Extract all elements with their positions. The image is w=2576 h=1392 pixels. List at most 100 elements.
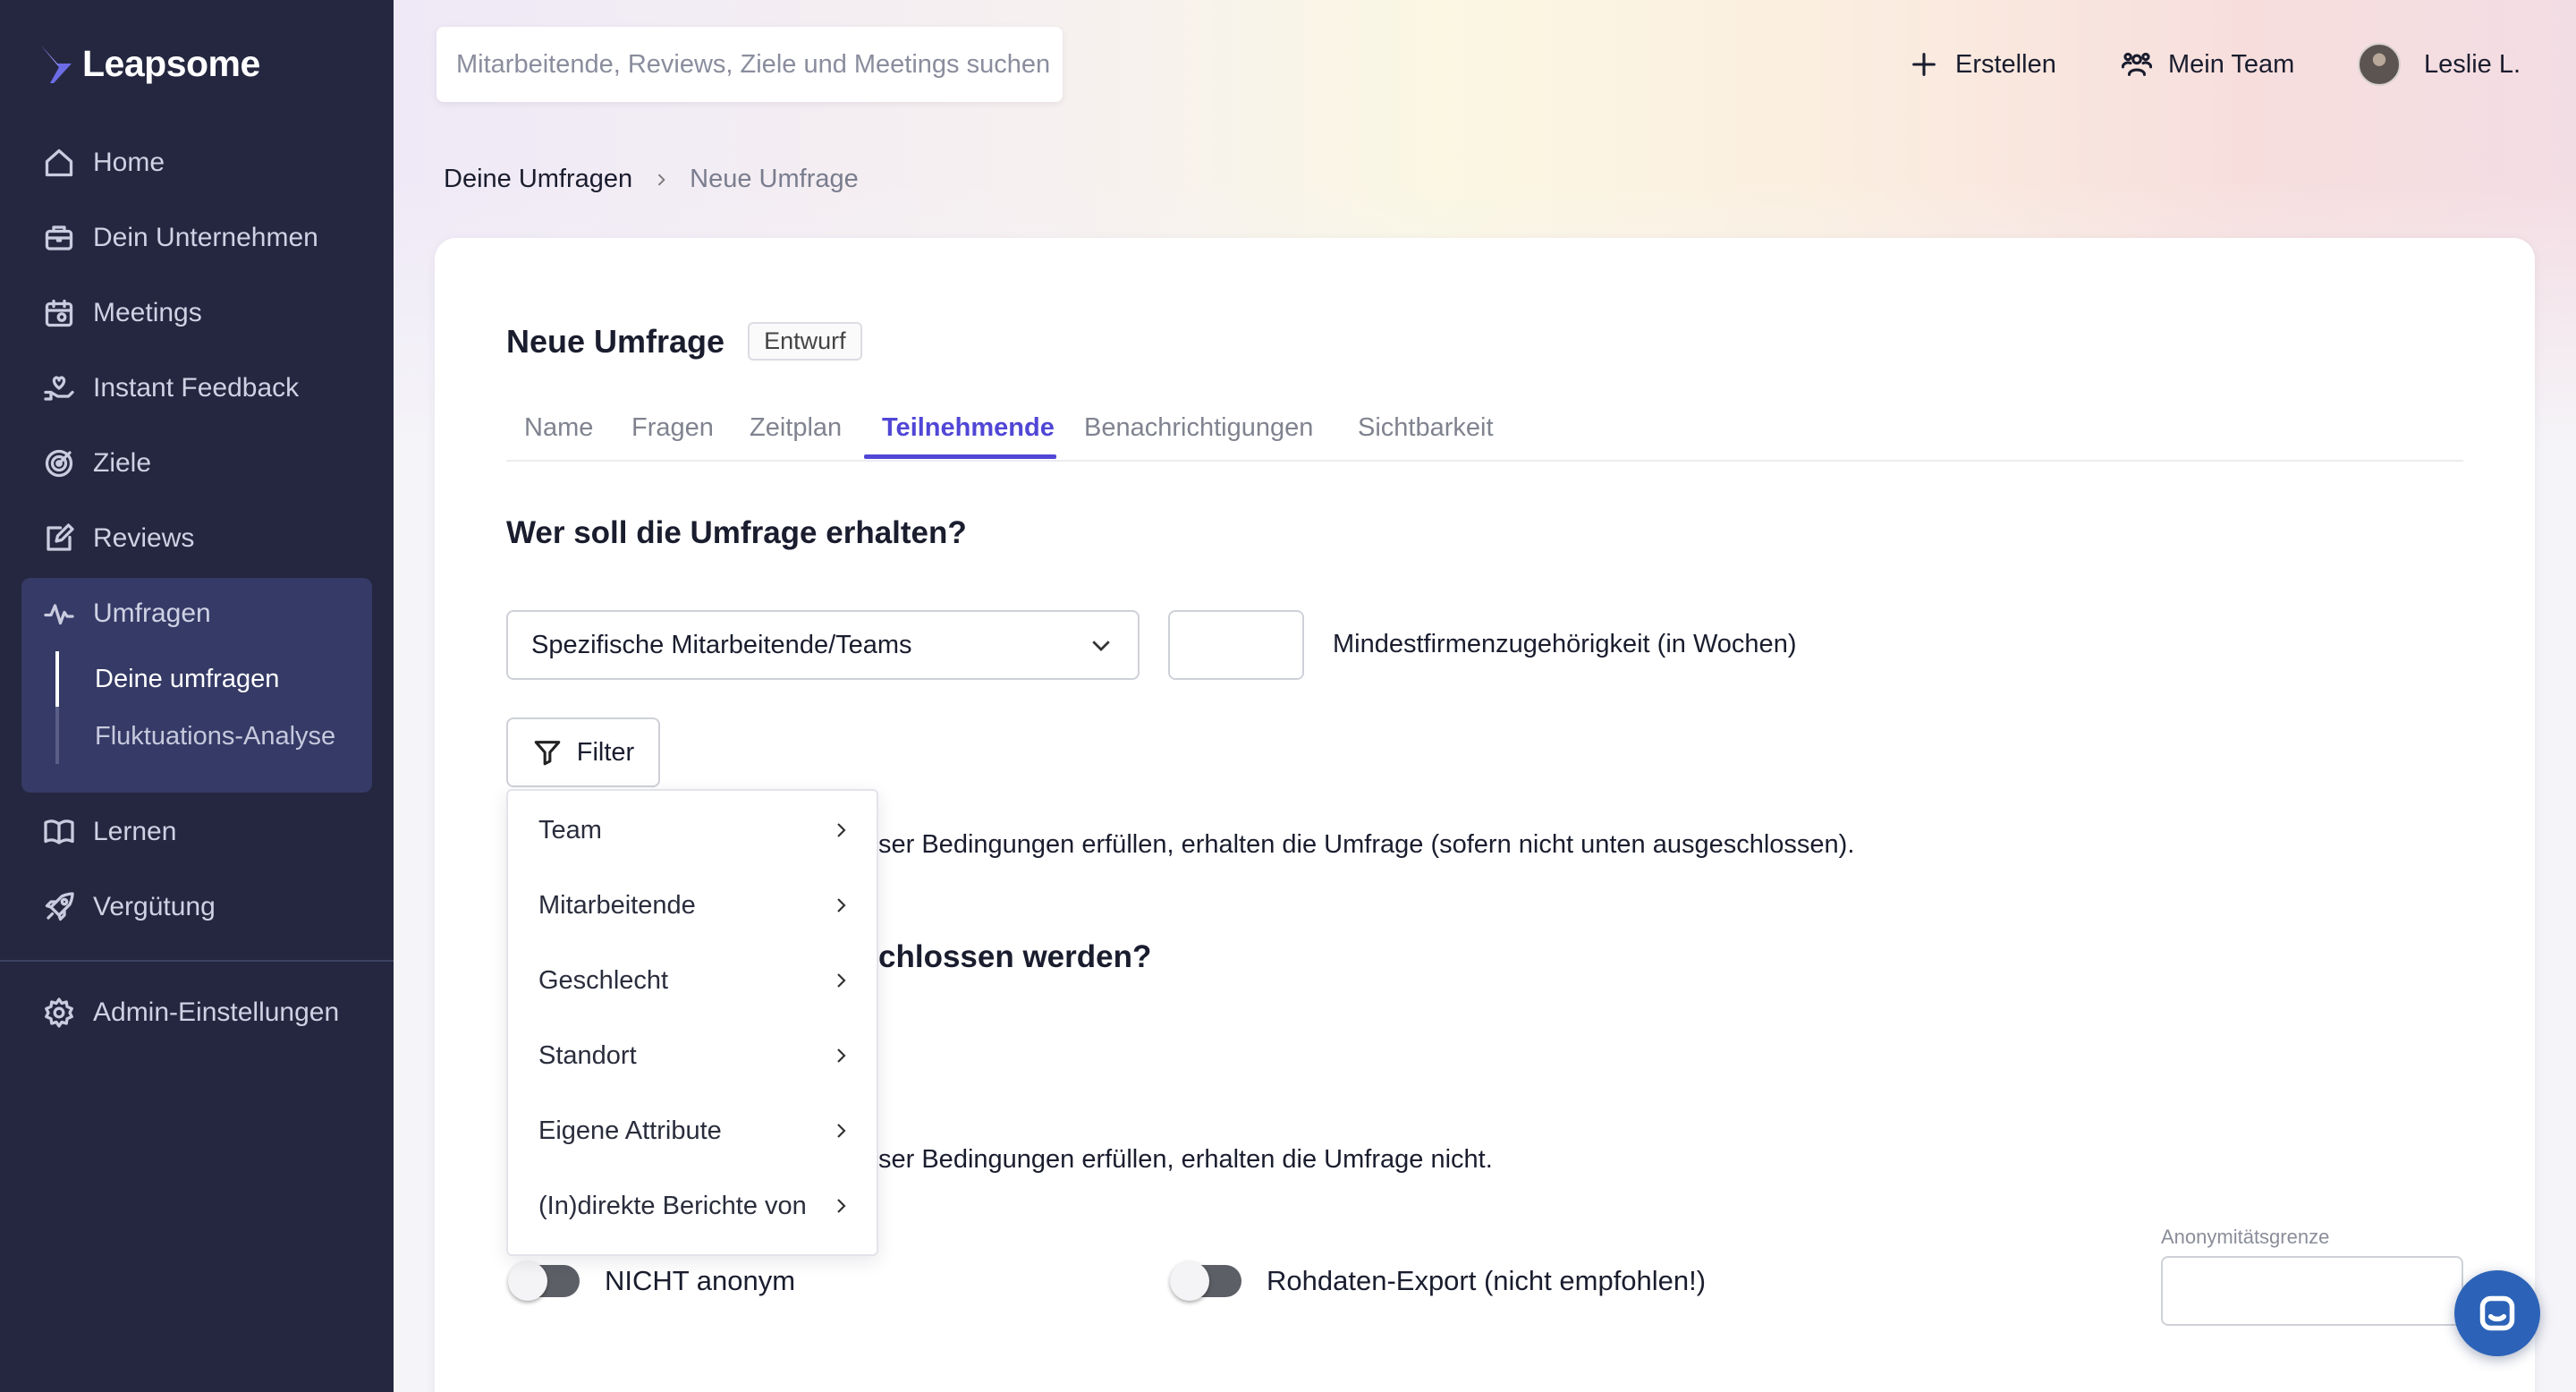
filter-label: Filter bbox=[576, 737, 635, 767]
sidebar-item-dein-unternehmen[interactable]: Dein Unternehmen bbox=[43, 211, 318, 265]
sidebar-divider bbox=[0, 960, 394, 962]
sidebar-item-admin-einstellungen[interactable]: Admin-Einstellungen bbox=[43, 986, 339, 1040]
tab-name[interactable]: Name bbox=[524, 394, 593, 462]
create-button[interactable]: Erstellen bbox=[1909, 43, 2056, 86]
my-team-button[interactable]: Mein Team bbox=[2122, 43, 2294, 86]
rocket-icon bbox=[45, 892, 74, 921]
tab-fragen[interactable]: Fragen bbox=[631, 394, 714, 462]
breadcrumb: Deine Umfragen Neue Umfrage bbox=[444, 165, 859, 194]
chevron-right-icon bbox=[837, 823, 846, 837]
target-icon bbox=[45, 449, 73, 478]
filter-option-direkte-berichte[interactable]: (In)direkte Berichte von bbox=[508, 1168, 880, 1243]
hand-heart-icon bbox=[44, 376, 74, 401]
sidebar-item-umfragen[interactable]: Umfragen bbox=[43, 587, 211, 641]
chat-launcher-button[interactable] bbox=[2454, 1270, 2540, 1356]
user-menu[interactable]: Leslie L. bbox=[2358, 43, 2521, 86]
filter-button[interactable]: Filter bbox=[506, 717, 660, 787]
sidebar-item-label: Lernen bbox=[93, 817, 177, 846]
filter-option-label: Team bbox=[538, 815, 602, 845]
user-name: Leslie L. bbox=[2424, 49, 2521, 79]
chevron-right-icon bbox=[837, 973, 846, 988]
search-input[interactable] bbox=[456, 49, 1063, 80]
tab-sichtbarkeit[interactable]: Sichtbarkeit bbox=[1358, 394, 1494, 462]
chevron-right-icon bbox=[837, 1199, 846, 1213]
participants-select[interactable]: Spezifische Mitarbeitende/Teams bbox=[506, 610, 1140, 680]
filter-option-geschlecht[interactable]: Geschlecht bbox=[508, 943, 880, 1018]
filter-option-label: Eigene Attribute bbox=[538, 1116, 722, 1145]
toggle-knob bbox=[1170, 1261, 1209, 1301]
toggle-knob bbox=[508, 1261, 547, 1301]
plus-icon bbox=[1912, 53, 1936, 76]
sidebar-item-instant-feedback[interactable]: Instant Feedback bbox=[43, 361, 299, 415]
tab-zeitplan[interactable]: Zeitplan bbox=[750, 394, 842, 462]
filter-option-label: Mitarbeitende bbox=[538, 890, 696, 920]
exclude-heading: chlossen werden? bbox=[878, 939, 1152, 974]
chevron-right-icon bbox=[837, 1124, 846, 1138]
subnav-active-indicator bbox=[55, 651, 59, 707]
breadcrumb-parent[interactable]: Deine Umfragen bbox=[444, 165, 632, 194]
sidebar-item-label: Instant Feedback bbox=[93, 373, 300, 403]
sidebar-item-label: Umfragen bbox=[93, 598, 211, 628]
book-icon bbox=[44, 819, 74, 845]
tab-benachrichtigungen[interactable]: Benachrichtigungen bbox=[1084, 394, 1313, 462]
participants-select-value: Spezifische Mitarbeitende/Teams bbox=[531, 630, 912, 659]
home-icon bbox=[45, 149, 73, 177]
include-help-text: ser Bedingungen erfüllen, erhalten die U… bbox=[878, 830, 1855, 859]
sidebar-item-lernen[interactable]: Lernen bbox=[43, 805, 176, 859]
status-badge: Entwurf bbox=[748, 322, 862, 361]
edit-icon bbox=[47, 523, 74, 551]
raw-export-label: Rohdaten-Export (nicht empfohlen!) bbox=[1267, 1265, 1707, 1296]
sidebar-item-label: Dein Unternehmen bbox=[93, 223, 318, 252]
tab-teilnehmende[interactable]: Teilnehmende bbox=[882, 394, 1055, 462]
sidebar-item-label: Home bbox=[93, 148, 165, 177]
sidebar-item-label: Meetings bbox=[93, 298, 202, 327]
sidebar-item-reviews[interactable]: Reviews bbox=[43, 512, 194, 565]
filter-option-label: (In)direkte Berichte von bbox=[538, 1191, 807, 1220]
app-name: Leapsome bbox=[82, 43, 260, 84]
active-tab-indicator bbox=[864, 454, 1056, 459]
create-label: Erstellen bbox=[1955, 49, 2056, 79]
sidebar-item-ziele[interactable]: Ziele bbox=[43, 437, 151, 490]
logo[interactable]: Leapsome bbox=[39, 43, 260, 85]
filter-option-eigene-attribute[interactable]: Eigene Attribute bbox=[508, 1093, 880, 1168]
sidebar-item-label: Vergütung bbox=[93, 892, 216, 921]
team-icon bbox=[2122, 52, 2152, 76]
page-title: Neue Umfrage bbox=[506, 322, 725, 360]
min-tenure-label: Mindestfirmenzugehörigkeit (in Wochen) bbox=[1333, 630, 1797, 658]
filter-option-label: Standort bbox=[538, 1040, 637, 1070]
sidebar-item-verguetung[interactable]: Vergütung bbox=[43, 880, 216, 934]
gear-icon bbox=[45, 997, 73, 1028]
exclude-help-text: ser Bedingungen erfüllen, erhalten die U… bbox=[878, 1145, 1493, 1174]
not-anonymous-label: NICHT anonym bbox=[605, 1265, 796, 1296]
leapsome-logo-icon bbox=[41, 45, 72, 83]
filter-option-label: Geschlecht bbox=[538, 965, 669, 995]
raw-export-toggle[interactable] bbox=[1170, 1261, 1241, 1301]
tab-bar: Name Fragen Zeitplan Teilnehmende Benach… bbox=[506, 394, 2463, 462]
min-tenure-input[interactable] bbox=[1168, 610, 1304, 680]
sidebar: Leapsome Home Dein Unternehmen Meetings … bbox=[0, 0, 394, 1392]
sidebar-subitem-deine-umfragen[interactable]: Deine umfragen bbox=[95, 657, 279, 701]
title-row: Neue Umfrage Entwurf bbox=[506, 322, 862, 361]
sidebar-subitem-fluktuations-analyse[interactable]: Fluktuations-Analyse bbox=[95, 714, 335, 759]
sidebar-item-label: Ziele bbox=[93, 448, 152, 478]
filter-dropdown-menu: Team Mitarbeitende Geschlecht Standort E… bbox=[506, 789, 878, 1256]
filter-option-mitarbeitende[interactable]: Mitarbeitende bbox=[508, 868, 880, 943]
calendar-icon bbox=[45, 299, 73, 327]
sidebar-item-label: Reviews bbox=[93, 523, 195, 553]
global-search[interactable] bbox=[436, 27, 1063, 102]
filter-option-team[interactable]: Team bbox=[508, 793, 880, 868]
participants-heading: Wer soll die Umfrage erhalten? bbox=[506, 515, 967, 550]
chat-icon bbox=[2479, 1295, 2515, 1331]
sidebar-item-label: Admin-Einstellungen bbox=[93, 997, 340, 1027]
sidebar-item-home[interactable]: Home bbox=[43, 136, 165, 190]
not-anonymous-toggle[interactable] bbox=[508, 1261, 580, 1301]
filter-option-standort[interactable]: Standort bbox=[508, 1018, 880, 1093]
anonymity-threshold-label: Anonymitätsgrenze bbox=[2161, 1226, 2330, 1248]
chevron-right-icon bbox=[837, 1048, 846, 1063]
pulse-icon bbox=[44, 604, 74, 625]
sidebar-item-meetings[interactable]: Meetings bbox=[43, 286, 202, 340]
chevron-right-icon bbox=[658, 174, 665, 185]
anonymity-threshold-input[interactable] bbox=[2161, 1256, 2463, 1326]
chevron-right-icon bbox=[837, 898, 846, 912]
building-icon bbox=[45, 225, 73, 250]
